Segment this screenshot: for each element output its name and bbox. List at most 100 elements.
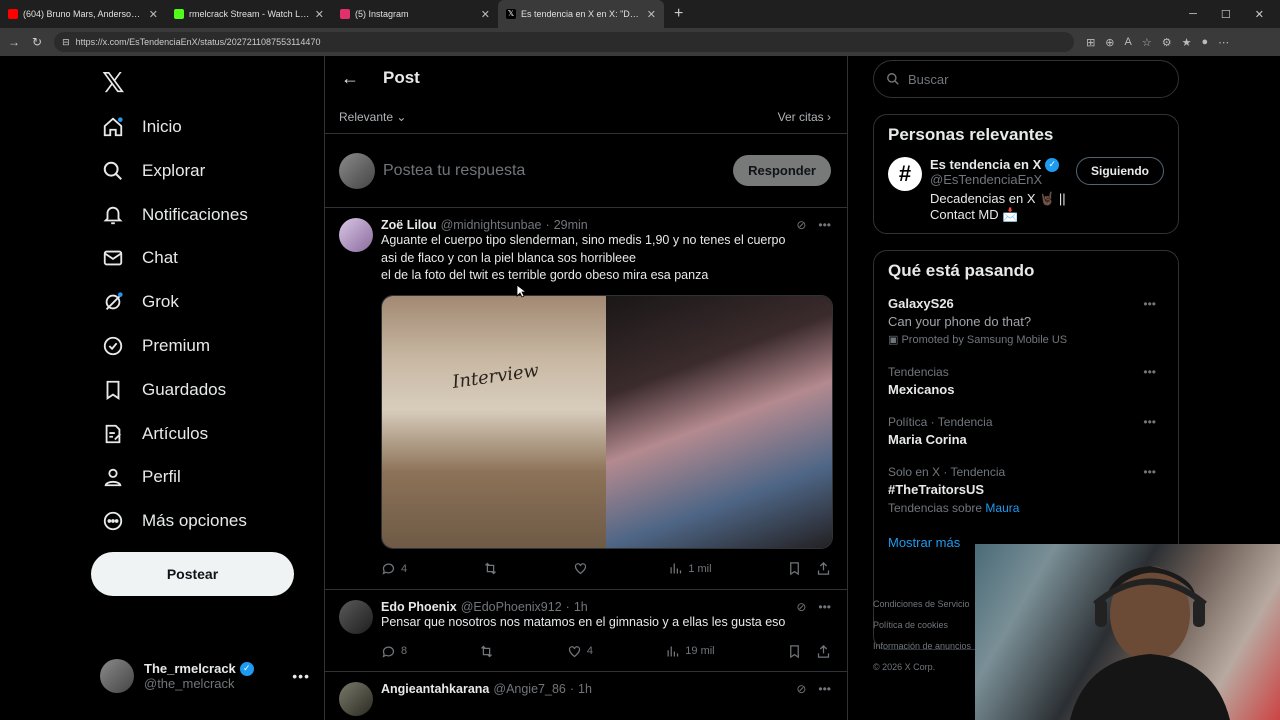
favorite-icon[interactable]: ☆ bbox=[1142, 36, 1152, 49]
trend-item[interactable]: Política · Tendencia Maria Corina ••• bbox=[888, 413, 1164, 449]
tweet-time[interactable]: 1h bbox=[574, 600, 588, 614]
tweet-author-handle[interactable]: @midnightsunbae bbox=[441, 218, 542, 232]
x-logo-icon[interactable]: 𝕏 bbox=[102, 66, 125, 99]
close-tab-icon[interactable]: ✕ bbox=[315, 8, 324, 21]
media-image[interactable] bbox=[606, 295, 832, 548]
avatar[interactable] bbox=[339, 599, 373, 634]
close-tab-icon[interactable]: ✕ bbox=[481, 8, 490, 21]
nav-label: Premium bbox=[142, 336, 211, 355]
collections-icon[interactable]: ★ bbox=[1182, 36, 1192, 49]
reply-tweet[interactable]: Edo Phoenix @EdoPhoenix912 · 1h ⊘ ••• Pe… bbox=[325, 590, 847, 672]
tweet-author-name[interactable]: Edo Phoenix bbox=[381, 600, 457, 614]
like-action[interactable] bbox=[573, 561, 593, 576]
tweet-time[interactable]: 1h bbox=[578, 682, 592, 696]
sort-dropdown[interactable]: Relevante ⌄ bbox=[339, 110, 406, 124]
relevant-person[interactable]: # Es tendencia en X ✓ @EsTendenciaEnX Dec… bbox=[888, 157, 1164, 223]
reload-icon[interactable]: ↻ bbox=[32, 35, 42, 49]
browser-tab[interactable]: (5) Instagram ✕ bbox=[332, 0, 498, 28]
nav-item-inicio[interactable]: Inicio bbox=[102, 116, 182, 138]
like-count: 4 bbox=[586, 645, 593, 657]
avatar[interactable] bbox=[339, 682, 373, 716]
nav-item-mas-opciones[interactable]: Más opciones bbox=[102, 510, 247, 532]
nav-item-grok[interactable]: Grok bbox=[102, 291, 179, 313]
user-name: The_rmelcrack bbox=[144, 661, 236, 676]
bookmark-icon[interactable] bbox=[787, 644, 802, 659]
nav-item-perfil[interactable]: Perfil bbox=[102, 466, 181, 488]
person-name[interactable]: Es tendencia en X bbox=[930, 157, 1041, 172]
tweet-author-handle[interactable]: @EdoPhoenix912 bbox=[461, 600, 562, 614]
bookmark-icon[interactable] bbox=[787, 561, 802, 576]
grok-icon[interactable]: ⊘ bbox=[796, 600, 806, 614]
trend-more-icon[interactable]: ••• bbox=[1143, 413, 1156, 431]
nav-item-guardados[interactable]: Guardados bbox=[102, 379, 226, 401]
views-action[interactable]: 19 mil bbox=[665, 644, 715, 659]
menu-icon[interactable]: ⋯ bbox=[1218, 36, 1229, 49]
browser-tab[interactable]: (604) Bruno Mars, Anderson .Paak ✕ bbox=[0, 0, 166, 28]
close-tab-icon[interactable]: ✕ bbox=[647, 8, 656, 21]
nav-item-explorar[interactable]: Explorar bbox=[102, 160, 205, 182]
trend-item[interactable]: Solo en X · Tendencia #TheTraitorsUS Ten… bbox=[888, 463, 1164, 517]
reply-tweet[interactable]: Zoë Lilou @midnightsunbae · 29min ⊘ ••• … bbox=[325, 208, 847, 590]
tweet-more-icon[interactable]: ••• bbox=[818, 600, 831, 614]
trend-more-icon[interactable]: ••• bbox=[1143, 363, 1156, 381]
tweet-author-name[interactable]: Angieantahkarana bbox=[381, 682, 489, 696]
nav-item-articulos[interactable]: Artículos bbox=[102, 423, 208, 445]
browser-tab[interactable]: rmelcrack Stream - Watch Live on ✕ bbox=[166, 0, 332, 28]
reply-count: 8 bbox=[401, 645, 408, 657]
trend-item[interactable]: Tendencias Mexicanos ••• bbox=[888, 363, 1164, 399]
browser-tab-active[interactable]: 𝕏 Es tendencia en X en X: "Debate" ✕ bbox=[498, 0, 664, 28]
read-aloud-icon[interactable]: A bbox=[1125, 36, 1132, 49]
new-tab-button[interactable]: + bbox=[664, 5, 693, 23]
share-icon[interactable] bbox=[816, 644, 831, 659]
site-info-icon[interactable]: ⊟ bbox=[62, 37, 70, 48]
zoom-icon[interactable]: ⊕ bbox=[1105, 36, 1114, 49]
main-column: ← Post Relevante ⌄ Ver citas › Postea tu… bbox=[324, 56, 848, 720]
post-button[interactable]: Postear bbox=[91, 552, 294, 596]
profile-icon[interactable]: ● bbox=[1201, 36, 1208, 49]
minimize-icon[interactable]: ─ bbox=[1189, 8, 1197, 21]
tweet-media[interactable]: Interview bbox=[381, 294, 833, 549]
trend-related-link[interactable]: Maura bbox=[985, 501, 1019, 515]
close-window-icon[interactable]: ✕ bbox=[1255, 8, 1264, 21]
tweet-author-name[interactable]: Zoë Lilou bbox=[381, 218, 437, 232]
tweet-more-icon[interactable]: ••• bbox=[818, 682, 831, 696]
view-quotes-link[interactable]: Ver citas › bbox=[778, 110, 831, 124]
trend-more-icon[interactable]: ••• bbox=[1143, 463, 1156, 481]
repost-action[interactable] bbox=[483, 561, 498, 576]
reply-composer: Postea tu respuesta Responder bbox=[325, 134, 847, 208]
trend-more-icon[interactable]: ••• bbox=[1143, 295, 1156, 313]
avatar[interactable] bbox=[339, 218, 373, 252]
following-button[interactable]: Siguiendo bbox=[1076, 157, 1164, 185]
nav-item-premium[interactable]: Premium bbox=[102, 335, 210, 357]
url-field[interactable]: ⊟ https://x.com/EsTendenciaEnX/status/20… bbox=[54, 32, 1075, 52]
grok-icon bbox=[105, 292, 123, 310]
app-icon[interactable]: ⊞ bbox=[1086, 36, 1095, 49]
tweet-actions: 8 4 19 mil bbox=[381, 631, 831, 671]
tweet-time[interactable]: 29min bbox=[554, 218, 588, 232]
repost-action[interactable] bbox=[479, 644, 494, 659]
extensions-icon[interactable]: ⚙ bbox=[1162, 36, 1172, 49]
nav-item-notificaciones[interactable]: Notificaciones bbox=[102, 204, 248, 226]
tweet-author-handle[interactable]: @Angie7_86 bbox=[493, 682, 565, 696]
back-arrow-icon[interactable]: ← bbox=[341, 68, 359, 89]
share-icon[interactable] bbox=[816, 561, 831, 576]
views-action[interactable]: 1 mil bbox=[668, 561, 712, 576]
reply-input[interactable]: Postea tu respuesta bbox=[383, 162, 725, 180]
reply-action[interactable]: 4 bbox=[381, 561, 407, 576]
nav-item-chat[interactable]: Chat bbox=[102, 247, 178, 269]
reply-action[interactable]: 8 bbox=[381, 644, 407, 659]
account-switcher[interactable]: The_rmelcrack ✓ @the_melcrack ••• bbox=[100, 656, 310, 696]
grok-icon[interactable]: ⊘ bbox=[796, 218, 806, 232]
grok-icon[interactable]: ⊘ bbox=[796, 682, 806, 696]
like-action[interactable]: 4 bbox=[567, 644, 593, 659]
account-more-icon[interactable]: ••• bbox=[292, 668, 310, 684]
maximize-icon[interactable]: ☐ bbox=[1221, 8, 1231, 21]
tweet-more-icon[interactable]: ••• bbox=[818, 218, 831, 232]
search-input[interactable]: Buscar bbox=[873, 60, 1179, 98]
reply-button[interactable]: Responder bbox=[733, 155, 831, 186]
reply-tweet[interactable]: Angieantahkarana @Angie7_86 · 1h ⊘ ••• bbox=[325, 672, 847, 716]
media-image[interactable]: Interview bbox=[382, 295, 606, 548]
close-tab-icon[interactable]: ✕ bbox=[149, 8, 158, 21]
trend-item[interactable]: GalaxyS26 Can your phone do that? ▣ Prom… bbox=[888, 295, 1164, 349]
forward-icon[interactable]: → bbox=[8, 35, 20, 49]
